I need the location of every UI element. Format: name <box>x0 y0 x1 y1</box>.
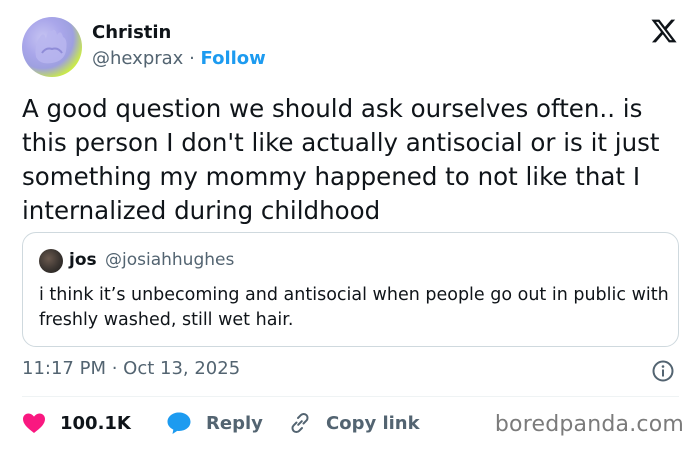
tweet-header: Christin @hexprax · Follow <box>22 17 682 79</box>
reply-label: Reply <box>206 412 263 434</box>
author-avatar[interactable] <box>22 17 82 77</box>
heart-icon <box>23 413 45 433</box>
tweet-text: A good question we should ask ourselves … <box>22 94 660 225</box>
watermark-text: boredpanda.com <box>494 412 684 437</box>
quoted-tweet[interactable]: jos @josiahhughes i think it’s unbecomin… <box>22 232 679 347</box>
copy-link-label: Copy link <box>326 412 420 434</box>
avatar-hands-image <box>35 29 67 64</box>
action-bar: 100.1K Reply Copy link <box>22 408 472 438</box>
quoted-author-avatar[interactable] <box>39 249 63 273</box>
author-handle-row: @hexprax · Follow <box>92 48 266 69</box>
like-count: 100.1K <box>60 412 131 434</box>
copy-link-button[interactable]: Copy link <box>288 408 420 438</box>
tweet-timestamp[interactable]: 11:17 PM · Oct 13, 2025 <box>22 358 240 379</box>
like-button[interactable]: 100.1K <box>22 408 131 438</box>
x-logo-icon[interactable] <box>650 17 678 45</box>
info-icon[interactable] <box>651 359 675 383</box>
quoted-tweet-text: i think it’s unbecoming and antisocial w… <box>39 285 669 330</box>
follow-button[interactable]: Follow <box>201 48 266 69</box>
link-icon <box>291 412 309 434</box>
divider <box>22 396 679 397</box>
quoted-author-handle: @josiahhughes <box>105 250 235 270</box>
author-name[interactable]: Christin <box>92 22 171 43</box>
separator-dot: · <box>189 48 195 69</box>
author-handle[interactable]: @hexprax <box>92 48 183 69</box>
reply-bubble-icon <box>167 412 191 434</box>
quoted-author-name: jos <box>69 250 97 270</box>
reply-button[interactable]: Reply <box>166 408 263 438</box>
